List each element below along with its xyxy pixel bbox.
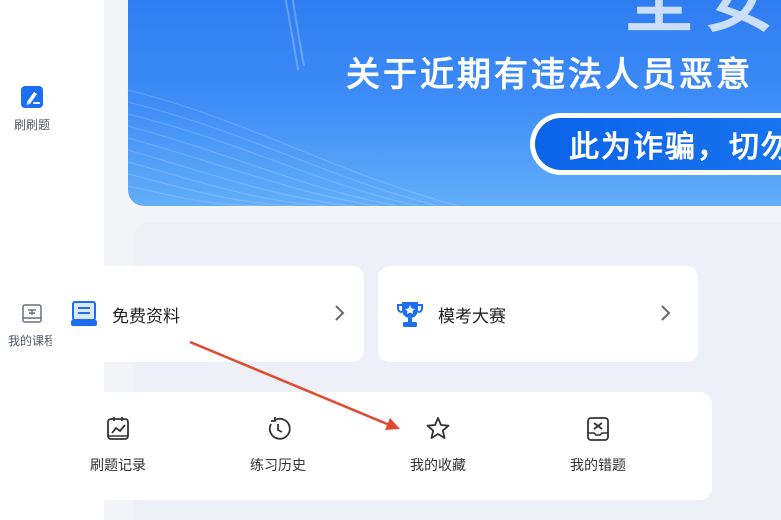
wrong-question-icon: [587, 417, 609, 441]
banner-warning-text: 此为诈骗，切勿: [569, 130, 781, 165]
chart-record-icon: [107, 417, 129, 440]
sidebar-item-label: 刷刷题: [13, 118, 50, 132]
banner-title: 关于近期有违法人员恶意: [346, 55, 753, 95]
tool-label: 刷题记录: [90, 458, 146, 474]
tool-my-mistakes[interactable]: 我的错题: [538, 414, 658, 475]
star-icon: [426, 417, 450, 439]
free-materials-label: 免费资料: [112, 306, 180, 327]
history-clock-icon: [268, 417, 291, 440]
chevron-right-icon: [661, 305, 671, 321]
mock-exam-card[interactable]: 模考大赛: [378, 266, 698, 362]
tool-label: 练习历史: [250, 458, 306, 474]
sidebar-item-shuati[interactable]: 刷刷题: [0, 84, 64, 133]
course-book-icon: [22, 304, 42, 323]
sidebar-item-label: 我的课程: [7, 334, 56, 348]
mock-exam-label: 模考大赛: [438, 306, 506, 327]
tool-label: 我的错题: [570, 458, 626, 474]
tool-label: 我的收藏: [410, 458, 466, 474]
chevron-right-icon: [335, 305, 345, 321]
banner-warning-pill: 此为诈骗，切勿: [530, 113, 781, 175]
document-box-icon: [71, 301, 97, 326]
tool-practice-records[interactable]: 刷题记录: [58, 414, 178, 475]
tool-my-favorites[interactable]: 我的收藏: [378, 414, 498, 475]
trophy-icon: [397, 302, 423, 327]
notice-banner[interactable]: 全安 关于近期有违法人员恶意 此为诈骗，切勿: [128, 0, 781, 206]
banner-heading-large: 全安: [624, 0, 781, 42]
brush-question-icon: [21, 86, 43, 108]
tools-grid: 刷题记录 练习历史 我的收藏 我的错题: [52, 392, 712, 500]
tool-practice-history[interactable]: 练习历史: [218, 414, 338, 475]
free-materials-card[interactable]: 免费资料: [52, 266, 364, 362]
